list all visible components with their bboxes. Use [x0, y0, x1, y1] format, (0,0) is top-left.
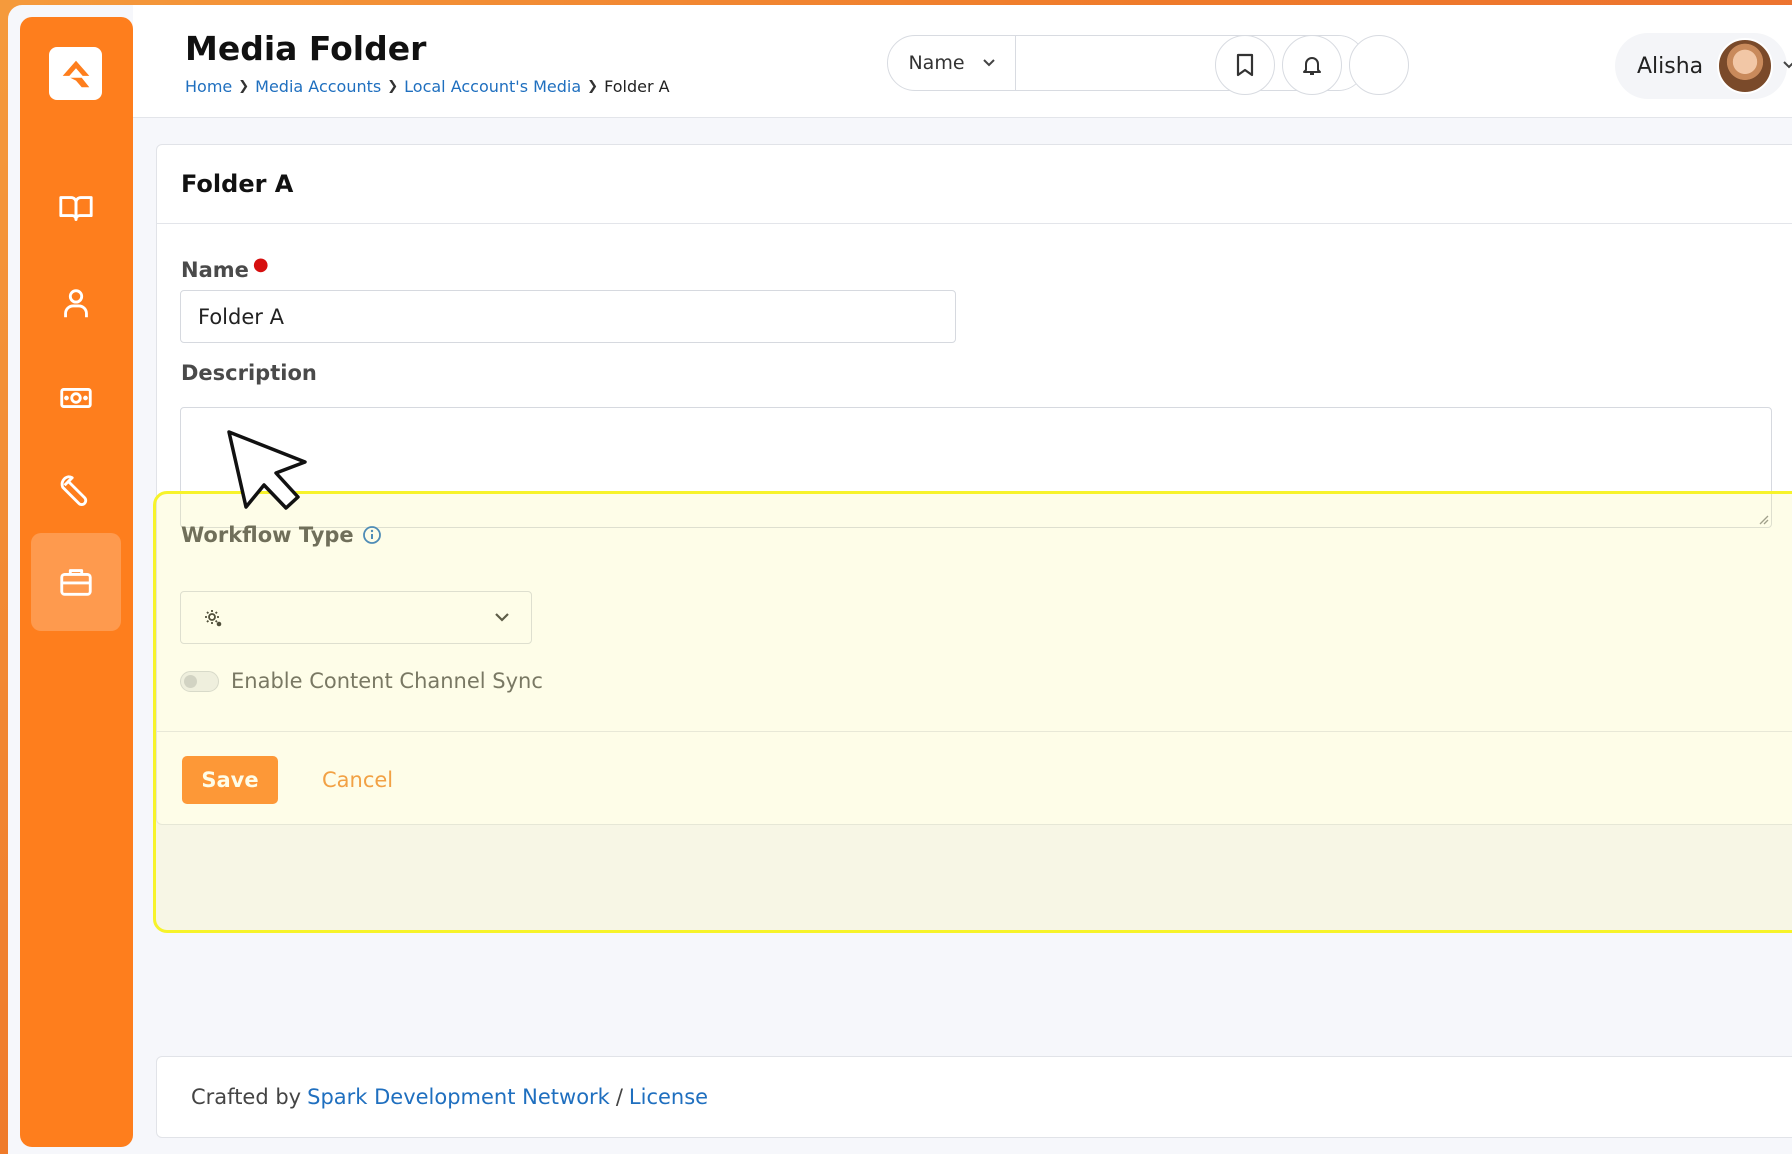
avatar: [1717, 38, 1774, 94]
description-label: Description: [181, 361, 317, 385]
content-channel-sync-row: Enable Content Channel Sync: [180, 669, 543, 693]
breadcrumb-media-accounts[interactable]: Media Accounts: [255, 77, 381, 96]
cancel-button[interactable]: Cancel: [322, 768, 393, 792]
gear-icon: [205, 609, 222, 626]
user-menu[interactable]: Alisha: [1615, 33, 1792, 99]
page-title: Media Folder: [185, 29, 427, 68]
sidebar-item-people[interactable]: [31, 255, 121, 353]
briefcase-icon: [60, 569, 92, 596]
person-icon: [64, 289, 88, 318]
bookmark-icon: [1236, 53, 1254, 77]
logo-icon[interactable]: [49, 47, 102, 100]
breadcrumb-current: Folder A: [604, 77, 670, 96]
caret-down-icon: [982, 59, 995, 67]
app-window: Media Folder Home ❯ Media Accounts ❯ Loc…: [8, 5, 1792, 1154]
save-button[interactable]: Save: [182, 756, 278, 804]
sidebar: [20, 17, 133, 1147]
footer-link-license[interactable]: License: [629, 1085, 708, 1109]
book-icon: [59, 196, 93, 221]
search-type-label: Name: [908, 52, 965, 74]
folder-edit-card: Folder A Name ● Folder A Description Wor…: [156, 144, 1792, 825]
workflow-type-select[interactable]: [180, 591, 532, 644]
workflow-type-label: Workflow Type: [181, 523, 382, 547]
sidebar-item-tools[interactable]: [31, 442, 121, 540]
bookmark-button[interactable]: [1215, 35, 1275, 95]
caret-down-icon: [495, 613, 509, 622]
chevron-right-icon: ❯: [387, 79, 399, 94]
money-icon: [60, 388, 92, 408]
search-type-select[interactable]: Name: [888, 36, 1016, 90]
wrench-icon: [60, 475, 88, 506]
bell-icon: [1303, 57, 1321, 75]
name-label: Name ●: [181, 254, 269, 283]
card-actions: Save Cancel: [157, 731, 1792, 824]
breadcrumb-home[interactable]: Home: [185, 77, 232, 96]
name-input-value: Folder A: [198, 304, 284, 329]
mouse-cursor-icon: [227, 430, 307, 510]
notifications-button[interactable]: [1282, 35, 1342, 95]
content-channel-sync-toggle[interactable]: [180, 670, 219, 692]
user-name: Alisha: [1637, 53, 1704, 79]
name-input[interactable]: Folder A: [180, 290, 956, 343]
footer-link-spark[interactable]: Spark Development Network: [307, 1085, 610, 1109]
breadcrumb: Home ❯ Media Accounts ❯ Local Account's …: [185, 77, 670, 96]
required-indicator: ●: [252, 253, 269, 275]
chevron-right-icon: ❯: [238, 79, 250, 94]
workflow-type-label-text: Workflow Type: [181, 523, 354, 547]
sidebar-item-admin[interactable]: [31, 533, 121, 631]
resize-grip-icon[interactable]: [1757, 513, 1769, 525]
card-title: Folder A: [157, 145, 1792, 224]
page-footer: Crafted by Spark Development Network / L…: [156, 1056, 1792, 1138]
chevron-right-icon: ❯: [587, 79, 599, 94]
footer-prefix: Crafted by: [191, 1085, 302, 1109]
top-header: Media Folder Home ❯ Media Accounts ❯ Loc…: [133, 5, 1792, 118]
breadcrumb-local-account[interactable]: Local Account's Media: [404, 77, 581, 96]
name-label-text: Name: [181, 258, 249, 282]
sidebar-item-finance[interactable]: [31, 349, 121, 447]
footer-separator: /: [615, 1085, 623, 1109]
sidebar-item-book[interactable]: [31, 159, 121, 257]
content-channel-sync-label: Enable Content Channel Sync: [231, 669, 543, 693]
description-textarea[interactable]: [180, 407, 1772, 528]
info-icon[interactable]: [362, 525, 382, 545]
caret-down-icon: [1783, 61, 1792, 69]
empty-action-button[interactable]: [1349, 35, 1409, 95]
